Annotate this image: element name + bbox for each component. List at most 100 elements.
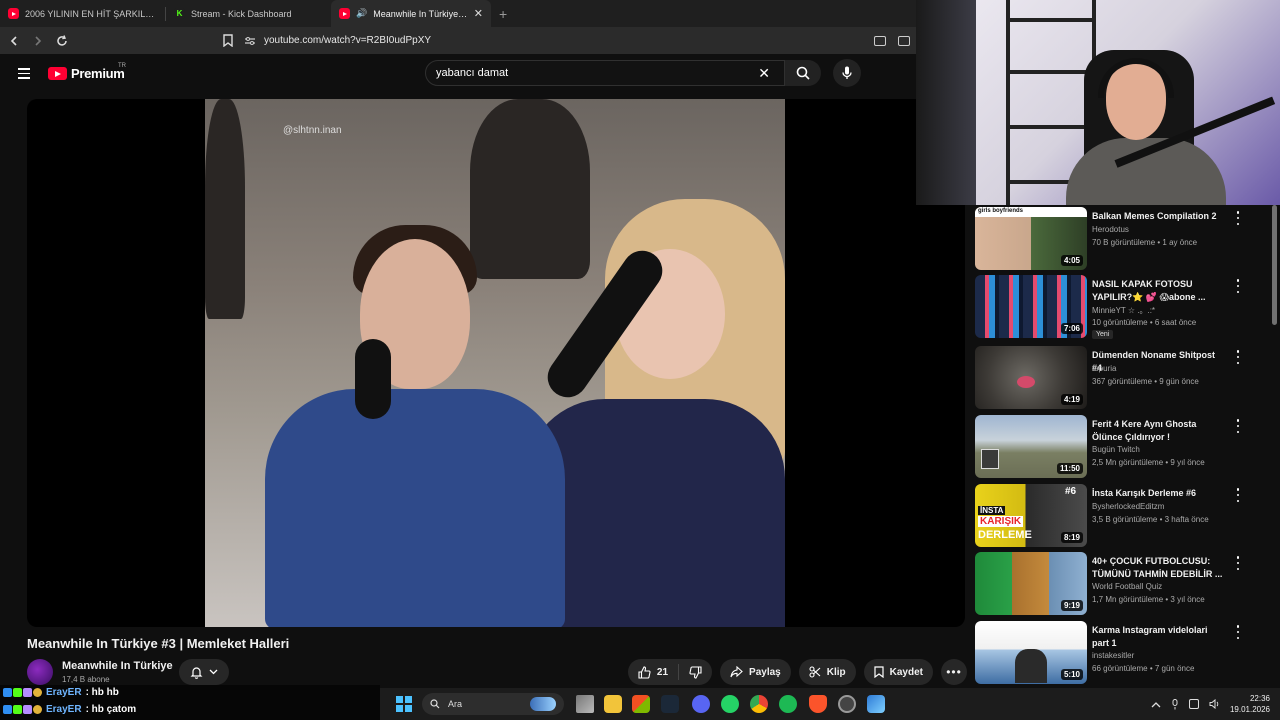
recommendation-item[interactable]: 11:50 Ferit 4 Kere Aynı Ghosta Ölünce Çı… xyxy=(975,415,1265,479)
recommendation-channel[interactable]: Herodotus xyxy=(1092,225,1129,234)
recommendation-meta: 3,5 B görüntüleme • 3 hafta önce xyxy=(1092,515,1209,524)
thumbnail-number: #6 xyxy=(1065,486,1077,497)
reload-button[interactable] xyxy=(52,31,72,51)
channel-row: Meanwhile In Türkiye 17,4 B abone 21 Pay… xyxy=(27,657,967,687)
brave-icon[interactable] xyxy=(809,695,827,713)
share-icon[interactable] xyxy=(898,35,910,46)
forward-button[interactable] xyxy=(28,31,48,51)
clip-button[interactable]: Klip xyxy=(798,659,856,685)
channel-avatar[interactable] xyxy=(27,659,53,685)
dislike-button[interactable] xyxy=(679,659,712,685)
store-icon[interactable] xyxy=(632,695,650,713)
recommendation-title[interactable]: Balkan Memes Compilation 2 xyxy=(1092,210,1227,223)
windows-start-icon[interactable] xyxy=(396,696,412,712)
menu-icon[interactable] xyxy=(18,68,30,79)
chat-badge-icon xyxy=(33,688,42,697)
recommendation-channel[interactable]: instakesitler xyxy=(1092,651,1134,660)
more-vertical-icon[interactable] xyxy=(1233,279,1243,293)
recommendation-item[interactable]: girls boyfriends 4:05 Balkan Memes Compi… xyxy=(975,207,1265,271)
file-explorer-icon[interactable] xyxy=(604,695,622,713)
volume-icon[interactable] xyxy=(1209,699,1220,709)
more-vertical-icon[interactable] xyxy=(1233,488,1243,502)
back-button[interactable] xyxy=(4,31,24,51)
tab-kick-dashboard[interactable]: K Stream - Kick Dashboard xyxy=(166,0,331,27)
close-tab-icon[interactable]: ✕ xyxy=(474,7,483,20)
video-thumbnail[interactable]: 5:10 xyxy=(975,621,1087,684)
recommendation-title[interactable]: Ferit 4 Kere Aynı Ghosta Ölünce Çıldırıy… xyxy=(1092,418,1227,444)
clear-search-icon[interactable]: ✕ xyxy=(758,65,770,82)
chat-message: ErayER : hb hb xyxy=(3,687,119,698)
channel-name[interactable]: Meanwhile In Türkiye xyxy=(62,660,173,672)
recommendation-meta: 10 görüntüleme • 6 saat önce xyxy=(1092,318,1197,327)
youtube-logo[interactable]: Premium TR xyxy=(48,63,126,81)
recommendation-channel[interactable]: BysherlockedEditzm xyxy=(1092,502,1164,511)
more-actions-button[interactable]: ••• xyxy=(941,659,967,685)
more-vertical-icon[interactable] xyxy=(1233,625,1243,639)
chat-badge-icon xyxy=(13,705,22,714)
spotify-icon[interactable] xyxy=(779,695,797,713)
recommendation-item[interactable]: İNSTA KARIŞIK DERLEME #6 8:19 İnsta Karı… xyxy=(975,484,1265,548)
thumbnail-detail xyxy=(1017,376,1035,388)
tab-meanwhile-turkiye[interactable]: 🔊 Meanwhile In Türkiye #3 | Me ✕ xyxy=(331,0,491,27)
taskbar-search-label: Ara xyxy=(448,699,463,709)
video-watermark: @slhtnn.inan xyxy=(283,125,342,136)
voice-search-button[interactable] xyxy=(833,59,861,87)
taskbar-search[interactable]: Ara xyxy=(422,693,564,715)
chrome-icon[interactable] xyxy=(750,695,768,713)
more-vertical-icon[interactable] xyxy=(1233,211,1243,225)
video-thumbnail[interactable]: 11:50 xyxy=(975,415,1087,478)
steam-icon[interactable] xyxy=(661,695,679,713)
system-clock[interactable]: 22:36 19.01.2026 xyxy=(1230,693,1270,715)
obs-icon[interactable] xyxy=(838,695,856,713)
recommendation-item[interactable]: 9:19 40+ ÇOCUK FUTBOLCUSU: TÜMÜNÜ TAHMİN… xyxy=(975,552,1265,616)
recommendation-channel[interactable]: MinnieYT ☆ .。.:* xyxy=(1092,305,1155,316)
video-thumbnail[interactable]: 9:19 xyxy=(975,552,1087,615)
share-button[interactable]: Paylaş xyxy=(720,659,791,685)
video-thumbnail[interactable]: girls boyfriends 4:05 xyxy=(975,207,1087,270)
url-field[interactable]: youtube.com/watch?v=R2BI0udPpXY xyxy=(244,35,874,46)
search-input[interactable] xyxy=(436,67,759,79)
recommendation-title[interactable]: İnsta Karışık Derleme #6 xyxy=(1092,487,1227,500)
recommendation-channel[interactable]: topuria xyxy=(1092,364,1116,373)
tab-youtube-songs[interactable]: 2006 YILININ EN HİT ŞARKILARI - Yo xyxy=(0,0,165,27)
recommendation-item[interactable]: 5:10 Karma Instagram videlolari part 1 i… xyxy=(975,621,1265,685)
network-icon[interactable] xyxy=(1188,699,1199,709)
new-badge: Yeni xyxy=(1092,330,1114,339)
save-button[interactable]: Kaydet xyxy=(863,659,933,685)
video-thumbnail[interactable]: 7:06 xyxy=(975,275,1087,338)
search-button[interactable] xyxy=(785,60,821,86)
recommendation-meta: 367 görüntüleme • 9 gün önce xyxy=(1092,377,1199,386)
more-vertical-icon[interactable] xyxy=(1233,350,1243,364)
cast-icon[interactable] xyxy=(874,35,886,46)
thumbs-down-icon xyxy=(689,665,702,679)
like-count: 21 xyxy=(656,666,669,678)
chevron-up-icon[interactable] xyxy=(1151,701,1161,708)
recommendation-title[interactable]: NASIL KAPAK FOTOSU YAPILIR?⭐ 💕 😱abone ..… xyxy=(1092,278,1227,304)
video-player[interactable]: @slhtnn.inan xyxy=(27,99,965,627)
video-thumbnail[interactable]: 4:19 xyxy=(975,346,1087,409)
notification-button[interactable] xyxy=(179,659,229,685)
recommendation-channel[interactable]: World Football Quiz xyxy=(1092,582,1162,591)
bookmark-icon[interactable] xyxy=(222,34,234,47)
boy-figure xyxy=(265,389,565,627)
new-tab-button[interactable]: + xyxy=(491,0,515,27)
app-icon[interactable] xyxy=(867,695,885,713)
recommendation-meta: 1,7 Mn görüntüleme • 3 yıl önce xyxy=(1092,595,1205,604)
like-button[interactable]: 21 xyxy=(628,659,678,685)
more-vertical-icon[interactable] xyxy=(1233,556,1243,570)
recommendation-title[interactable]: 40+ ÇOCUK FUTBOLCUSU: TÜMÜNÜ TAHMİN EDEB… xyxy=(1092,555,1227,581)
sidebar-scrollbar[interactable] xyxy=(1272,205,1277,325)
more-vertical-icon[interactable] xyxy=(1233,419,1243,433)
site-info-icon[interactable] xyxy=(244,36,256,46)
recommendation-channel[interactable]: Bugün Twitch xyxy=(1092,445,1140,454)
microphone-icon[interactable] xyxy=(1171,698,1179,710)
whatsapp-icon[interactable] xyxy=(721,695,739,713)
task-view-icon[interactable] xyxy=(576,695,594,713)
thumbnail-detail xyxy=(981,449,999,469)
speaker-icon[interactable]: 🔊 xyxy=(356,8,367,19)
video-thumbnail[interactable]: İNSTA KARIŞIK DERLEME #6 8:19 xyxy=(975,484,1087,547)
recommendation-item[interactable]: 7:06 NASIL KAPAK FOTOSU YAPILIR?⭐ 💕 😱abo… xyxy=(975,275,1265,339)
discord-icon[interactable] xyxy=(692,695,710,713)
recommendation-item[interactable]: 4:19 Dümenden Noname Shitpost #4 topuria… xyxy=(975,346,1265,410)
recommendation-title[interactable]: Karma Instagram videlolari part 1 xyxy=(1092,624,1227,650)
